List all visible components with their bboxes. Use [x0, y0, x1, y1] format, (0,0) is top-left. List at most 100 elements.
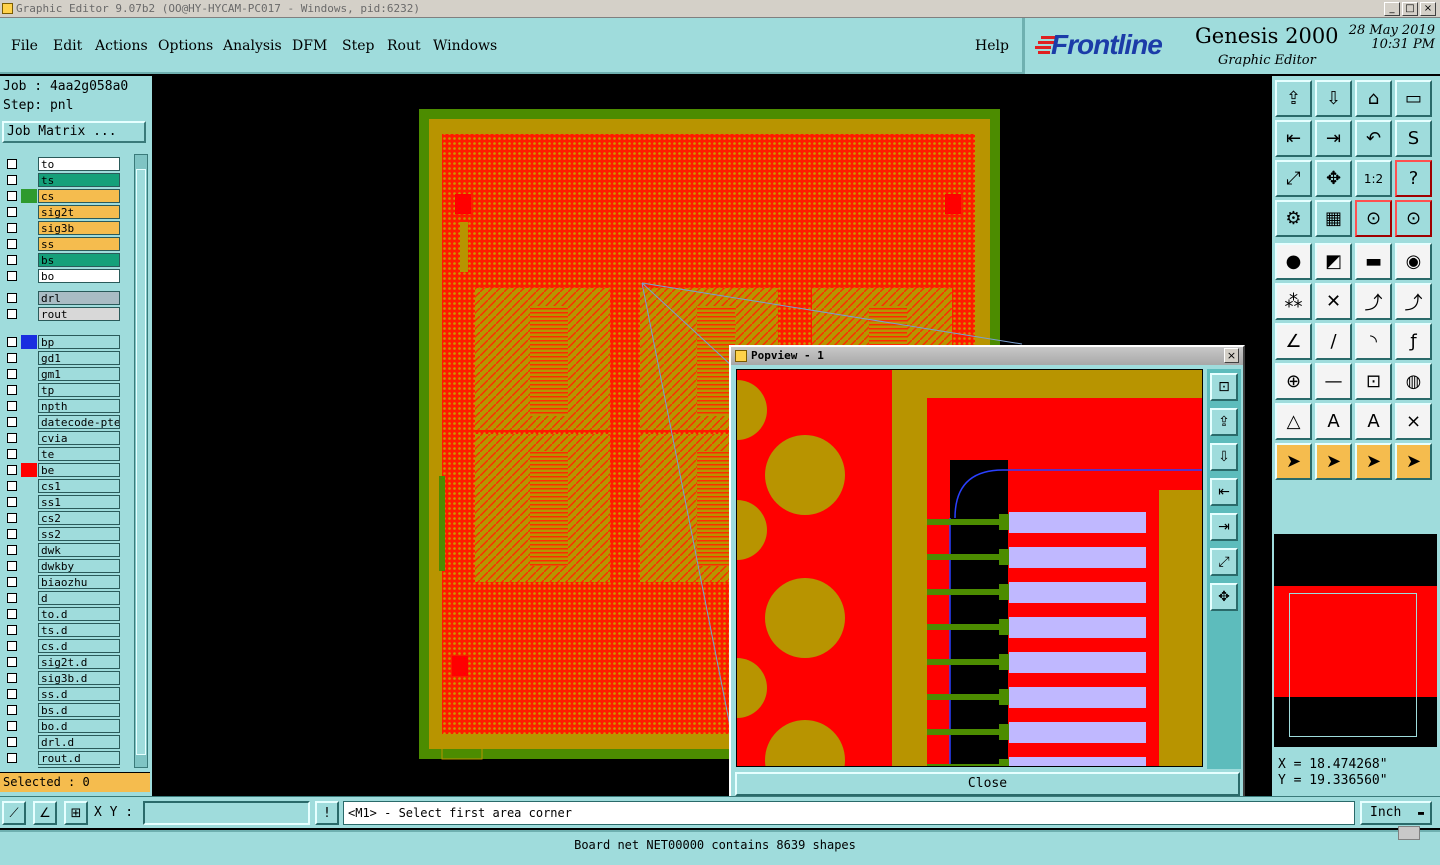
snap-settings-icon[interactable]: ⚙	[1275, 200, 1312, 237]
layer-row[interactable]: gd1	[2, 350, 132, 366]
scrollbar-thumb[interactable]	[136, 169, 146, 755]
connect-icon[interactable]: ⁂	[1275, 283, 1312, 320]
layer-row[interactable]: datecode-pte	[2, 414, 132, 430]
move-point-2-icon[interactable]: ⤴	[1395, 283, 1432, 320]
layer-checkbox[interactable]	[7, 529, 17, 539]
layer-name[interactable]: be	[38, 463, 120, 477]
layer-checkbox[interactable]	[7, 673, 17, 683]
cross-icon[interactable]: ✕	[1315, 283, 1352, 320]
measure-icon[interactable]: ⟋	[2, 801, 26, 825]
layer-name[interactable]: rout.d	[38, 751, 120, 765]
close-window-button[interactable]: ×	[1420, 2, 1436, 16]
resize-icon[interactable]: ⊡	[1355, 363, 1392, 400]
layer-name[interactable]: dwkby	[38, 559, 120, 573]
layer-checkbox[interactable]	[7, 593, 17, 603]
redraw-icon[interactable]: S	[1395, 120, 1432, 157]
layer-row[interactable]: cs1	[2, 478, 132, 494]
layer-row[interactable]: npth	[2, 398, 132, 414]
zoom-out-icon[interactable]: ✥	[1210, 583, 1238, 611]
menu-help[interactable]: Help	[975, 38, 1009, 54]
layer-name[interactable]: rout	[38, 307, 120, 321]
move-point-icon[interactable]: ⤴	[1355, 283, 1392, 320]
maximize-button[interactable]: □	[1402, 2, 1418, 16]
layer-row[interactable]: sig3b.d	[2, 670, 132, 686]
layer-checkbox[interactable]	[7, 159, 17, 169]
layer-checkbox[interactable]	[7, 207, 17, 217]
triangle-cross-icon[interactable]: ⨯	[1395, 403, 1432, 440]
layer-row[interactable]: cs.d	[2, 638, 132, 654]
page-up-icon[interactable]: ⇪	[1275, 80, 1312, 117]
menu-options[interactable]: Options	[158, 38, 213, 54]
add-pad-icon[interactable]: ●	[1275, 243, 1312, 280]
layer-name[interactable]: ts	[38, 173, 120, 187]
popview-close-icon[interactable]: ×	[1224, 348, 1239, 363]
layer-checkbox[interactable]	[7, 577, 17, 587]
layer-checkbox[interactable]	[7, 293, 17, 303]
layer-checkbox[interactable]	[7, 433, 17, 443]
layer-name[interactable]: sig2t	[38, 205, 120, 219]
layer-checkbox[interactable]	[7, 561, 17, 571]
layer-checkbox[interactable]	[7, 191, 17, 201]
pan-right-icon[interactable]: ⇥	[1210, 513, 1238, 541]
layer-name[interactable]: dwk	[38, 543, 120, 557]
layer-name[interactable]: tp	[38, 383, 120, 397]
layer-name[interactable]: cs1	[38, 479, 120, 493]
layer-checkbox[interactable]	[7, 705, 17, 715]
menu-analysis[interactable]: Analysis	[223, 38, 282, 54]
menu-dfm[interactable]: DFM	[292, 38, 327, 54]
layer-name[interactable]: bp.d	[38, 767, 120, 768]
layer-row[interactable]: drl	[2, 290, 132, 306]
menu-step[interactable]: Step	[342, 38, 374, 54]
select-icon[interactable]: ➤	[1275, 443, 1312, 480]
layer-name[interactable]: ts.d	[38, 623, 120, 637]
layer-checkbox[interactable]	[7, 239, 17, 249]
home-icon[interactable]: ⌂	[1355, 80, 1392, 117]
pad-group-icon[interactable]: ◍	[1395, 363, 1432, 400]
layer-row[interactable]: cs2	[2, 510, 132, 526]
layer-row[interactable]: gm1	[2, 366, 132, 382]
layer-name[interactable]: to	[38, 157, 120, 171]
layer-checkbox[interactable]	[7, 353, 17, 363]
layer-name[interactable]: npth	[38, 399, 120, 413]
layer-name[interactable]: cs.d	[38, 639, 120, 653]
layer-row[interactable]: rout	[2, 306, 132, 322]
layer-row[interactable]: bo	[2, 268, 132, 284]
add-feature-icon[interactable]: ⊕	[1275, 363, 1312, 400]
layer-checkbox[interactable]	[7, 737, 17, 747]
layer-checkbox[interactable]	[7, 255, 17, 265]
layer-name[interactable]: d	[38, 591, 120, 605]
page-down-icon[interactable]: ⇩	[1210, 443, 1238, 471]
layer-toggle-icon[interactable]: ⊙	[1355, 200, 1392, 237]
layer-row[interactable]: ts	[2, 172, 132, 188]
layer-name[interactable]: bo.d	[38, 719, 120, 733]
menu-file[interactable]: File	[11, 38, 38, 54]
help-icon[interactable]: ?	[1395, 160, 1432, 197]
layer-name[interactable]: sig2t.d	[38, 655, 120, 669]
layer-checkbox[interactable]	[7, 545, 17, 555]
window-icon[interactable]: ▭	[1395, 80, 1432, 117]
layer-name[interactable]: bo	[38, 269, 120, 283]
layer-checkbox[interactable]	[7, 385, 17, 395]
layer-name[interactable]: ss2	[38, 527, 120, 541]
layer-name[interactable]: drl	[38, 291, 120, 305]
keyboard-icon[interactable]	[1398, 826, 1420, 840]
alert-icon[interactable]: !	[315, 801, 339, 825]
minimize-button[interactable]: _	[1384, 2, 1400, 16]
layer-row[interactable]: ts.d	[2, 622, 132, 638]
layer-row[interactable]: dwkby	[2, 558, 132, 574]
layer-checkbox[interactable]	[7, 337, 17, 347]
layer-name[interactable]: bs	[38, 253, 120, 267]
layer-row[interactable]: te	[2, 446, 132, 462]
layer-row[interactable]: bs	[2, 252, 132, 268]
page-down-icon[interactable]: ⇩	[1315, 80, 1352, 117]
layer-name[interactable]: datecode-pte	[38, 415, 120, 429]
layer-row[interactable]: ss2	[2, 526, 132, 542]
layer-checkbox[interactable]	[7, 625, 17, 635]
layer-row[interactable]: ss	[2, 236, 132, 252]
popview-zoom-view[interactable]	[736, 369, 1203, 767]
layer-row[interactable]: to	[2, 156, 132, 172]
layer-name[interactable]: gm1	[38, 367, 120, 381]
layer-name[interactable]: cs	[38, 189, 120, 203]
zoom-select-icon[interactable]: ✥	[1315, 160, 1352, 197]
layer-row[interactable]: biaozhu	[2, 574, 132, 590]
